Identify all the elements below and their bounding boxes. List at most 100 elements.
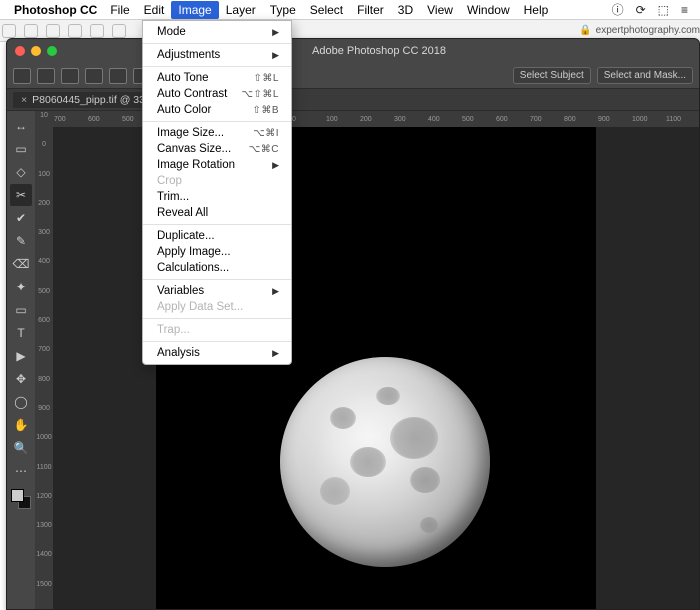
tool-4[interactable]: ✔	[10, 207, 32, 229]
ruler-tick: 1200	[36, 492, 52, 521]
tool-6[interactable]: ⌫	[10, 253, 32, 275]
tool-5[interactable]: ✎	[10, 230, 32, 252]
tool-14[interactable]: 🔍	[10, 437, 32, 459]
ruler-tick: 100	[325, 116, 359, 123]
menu-item-duplicate[interactable]: Duplicate...	[143, 228, 291, 244]
menu-separator	[143, 341, 291, 342]
menu-item-mode[interactable]: Mode ▶	[143, 24, 291, 40]
menu-item-label: Mode	[157, 26, 186, 38]
menu-item-analysis[interactable]: Analysis ▶	[143, 345, 291, 361]
menu-item-apply-image[interactable]: Apply Image...	[143, 244, 291, 260]
document-tab[interactable]: × P8060445_pipp.tif @ 33...	[13, 92, 162, 108]
toolbar-icon[interactable]	[46, 24, 60, 38]
menu-type[interactable]: Type	[263, 1, 303, 19]
ruler-tick: 700	[38, 345, 50, 374]
close-tab-icon[interactable]: ×	[21, 94, 27, 106]
option-icon[interactable]	[61, 68, 79, 84]
menu-window[interactable]: Window	[460, 1, 517, 19]
moon-image	[280, 357, 490, 567]
ruler-tick: 1400	[36, 550, 52, 579]
menu-view[interactable]: View	[420, 1, 460, 19]
ruler-tick: 400	[427, 116, 461, 123]
ruler-tick: 300	[393, 116, 427, 123]
color-swatches[interactable]	[11, 489, 31, 509]
mac-menubar: Photoshop CC FileEditImageLayerTypeSelec…	[0, 0, 700, 20]
close-button[interactable]	[15, 46, 25, 56]
menu-edit[interactable]: Edit	[137, 1, 172, 19]
tool-preset-icon[interactable]	[37, 68, 55, 84]
tool-9[interactable]: T	[10, 322, 32, 344]
tool-3[interactable]: ✂	[10, 184, 32, 206]
menu-item-label: Auto Color	[157, 104, 211, 116]
menu-filter[interactable]: Filter	[350, 1, 391, 19]
tool-1[interactable]: ▭	[10, 138, 32, 160]
tool-2[interactable]: ◇	[10, 161, 32, 183]
submenu-arrow-icon: ▶	[272, 286, 279, 297]
menu-item-calculations[interactable]: Calculations...	[143, 260, 291, 276]
menu-item-adjustments[interactable]: Adjustments▶	[143, 47, 291, 63]
tool-8[interactable]: ▭	[10, 299, 32, 321]
menu-item-label: Trim...	[157, 191, 189, 203]
menu-item-label: Analysis	[157, 347, 200, 359]
tools-panel: ↔▭◇✂✔✎⌫✦▭T▶✥◯✋🔍⋯	[7, 111, 35, 609]
help-icon[interactable]: ⓘ	[612, 1, 624, 18]
menu-select[interactable]: Select	[303, 1, 350, 19]
menu-item-image-size[interactable]: Image Size...⌥⌘I	[143, 125, 291, 141]
menu-file[interactable]: File	[103, 1, 136, 19]
zoom-button[interactable]	[47, 46, 57, 56]
menu-item-label: Apply Image...	[157, 246, 231, 258]
toolbar-icon[interactable]	[2, 24, 16, 38]
home-icon[interactable]	[13, 68, 31, 84]
tool-13[interactable]: ✋	[10, 414, 32, 436]
menu-separator	[143, 43, 291, 44]
menu-image[interactable]: Image	[171, 1, 218, 19]
menu-item-label: Duplicate...	[157, 230, 215, 242]
menu-item-reveal-all[interactable]: Reveal All	[143, 205, 291, 221]
document-tabbar: × P8060445_pipp.tif @ 33...	[7, 89, 699, 111]
menu-separator	[143, 318, 291, 319]
ruler-tick: 0	[42, 140, 46, 169]
url-text: expertphotography.com	[596, 25, 700, 36]
submenu-arrow-icon: ▶	[272, 27, 279, 38]
menu-separator	[143, 66, 291, 67]
submenu-arrow-icon: ▶	[272, 348, 279, 359]
menu-3d[interactable]: 3D	[391, 1, 420, 19]
sync-icon[interactable]: ⟳	[636, 3, 646, 17]
minimize-button[interactable]	[31, 46, 41, 56]
tool-15[interactable]: ⋯	[10, 460, 32, 482]
menu-item-canvas-size[interactable]: Canvas Size...⌥⌘C	[143, 141, 291, 157]
dropbox-icon[interactable]: ⬚	[658, 3, 669, 17]
option-icon[interactable]	[85, 68, 103, 84]
toolbar-icon[interactable]	[112, 24, 126, 38]
toolbar-icon[interactable]	[24, 24, 38, 38]
menu-layer[interactable]: Layer	[219, 1, 263, 19]
menu-item-image-rotation[interactable]: Image Rotation▶	[143, 157, 291, 173]
menu-shortcut: ⌥⌘C	[249, 144, 279, 155]
toolbar-icon[interactable]	[90, 24, 104, 38]
ruler-tick: 1500	[36, 580, 52, 609]
menu-shortcut: ⇧⌘L	[254, 73, 279, 84]
menu-help[interactable]: Help	[517, 1, 556, 19]
tool-10[interactable]: ▶	[10, 345, 32, 367]
app-name[interactable]: Photoshop CC	[14, 3, 97, 17]
tool-7[interactable]: ✦	[10, 276, 32, 298]
toolbar-icon[interactable]	[68, 24, 82, 38]
menu-item-auto-tone[interactable]: Auto Tone⇧⌘L	[143, 70, 291, 86]
menu-extra-icon[interactable]: ≡	[681, 3, 688, 17]
lock-icon: 🔒	[579, 25, 591, 36]
tool-11[interactable]: ✥	[10, 368, 32, 390]
select-and-mask-button[interactable]: Select and Mask...	[597, 67, 693, 84]
menu-item-label: Calculations...	[157, 262, 229, 274]
menu-item-label: Trap...	[157, 324, 190, 336]
select-subject-button[interactable]: Select Subject	[513, 67, 591, 84]
image-menu-dropdown: Mode ▶ Adjustments▶ Auto Tone⇧⌘LAuto Contra…	[142, 20, 292, 365]
ruler-tick: 300	[38, 228, 50, 257]
tool-12[interactable]: ◯	[10, 391, 32, 413]
option-icon[interactable]	[109, 68, 127, 84]
menu-item-auto-color[interactable]: Auto Color⇧⌘B	[143, 102, 291, 118]
menu-item-variables[interactable]: Variables▶	[143, 283, 291, 299]
menu-shortcut: ⌥⇧⌘L	[242, 89, 279, 100]
menu-item-trim[interactable]: Trim...	[143, 189, 291, 205]
tool-0[interactable]: ↔	[10, 115, 32, 137]
menu-item-auto-contrast[interactable]: Auto Contrast⌥⇧⌘L	[143, 86, 291, 102]
